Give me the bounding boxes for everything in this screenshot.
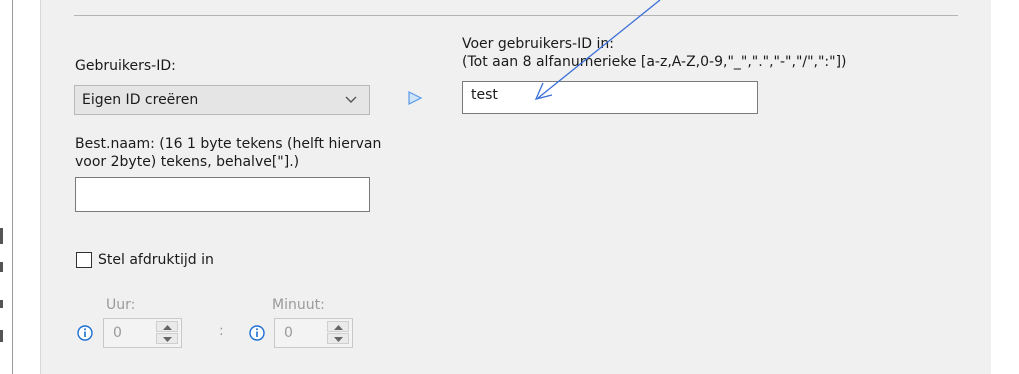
info-icon[interactable] [249, 325, 265, 341]
enter-id-label: Voer gebruikers-ID in: [462, 36, 614, 52]
caret-down-icon [334, 337, 343, 342]
hour-value: 0 [113, 325, 122, 341]
minute-value: 0 [284, 325, 293, 341]
caret-up-icon [334, 325, 343, 330]
right-strip [991, 0, 1019, 374]
chevron-down-icon [345, 96, 357, 103]
file-name-hint: voor 2byte) tekens, behalve["].) [75, 154, 300, 170]
hour-stepper-buttons [156, 321, 178, 345]
minute-decrement-button[interactable] [327, 333, 349, 344]
edge-mark [0, 330, 3, 342]
edge-mark [0, 262, 3, 272]
edge-mark [0, 228, 3, 244]
user-id-selected-value: Eigen ID creëren [82, 92, 199, 108]
user-id-input[interactable]: test [462, 81, 758, 114]
hour-decrement-button[interactable] [156, 333, 178, 344]
enter-id-hint: (Tot aan 8 alfanumerieke [a-z,A-Z,0-9,"_… [462, 54, 847, 70]
caret-up-icon [163, 325, 172, 330]
user-id-label: Gebruikers-ID: [75, 58, 176, 74]
print-time-checkbox[interactable] [76, 252, 92, 268]
caret-down-icon [163, 337, 172, 342]
window-edge [0, 0, 13, 374]
file-name-label: Best.naam: (16 1 byte tekens (helft hier… [75, 136, 382, 152]
info-icon[interactable] [77, 325, 93, 341]
hour-label: Uur: [106, 297, 136, 313]
minute-increment-button[interactable] [327, 321, 349, 332]
hour-stepper[interactable]: 0 [103, 318, 182, 348]
minute-label: Minuut: [272, 297, 325, 313]
minute-stepper-buttons [327, 321, 349, 345]
user-id-input-value: test [471, 87, 498, 103]
user-id-dropdown[interactable]: Eigen ID creëren [74, 85, 370, 115]
print-time-checkbox-label[interactable]: Stel afdruktijd in [98, 252, 214, 269]
minute-stepper[interactable]: 0 [274, 318, 353, 348]
time-separator: : [219, 323, 224, 339]
section-separator [74, 15, 958, 16]
file-name-input[interactable] [75, 177, 370, 212]
edge-mark [0, 300, 3, 308]
play-arrow-icon[interactable] [407, 90, 423, 106]
hour-increment-button[interactable] [156, 321, 178, 332]
